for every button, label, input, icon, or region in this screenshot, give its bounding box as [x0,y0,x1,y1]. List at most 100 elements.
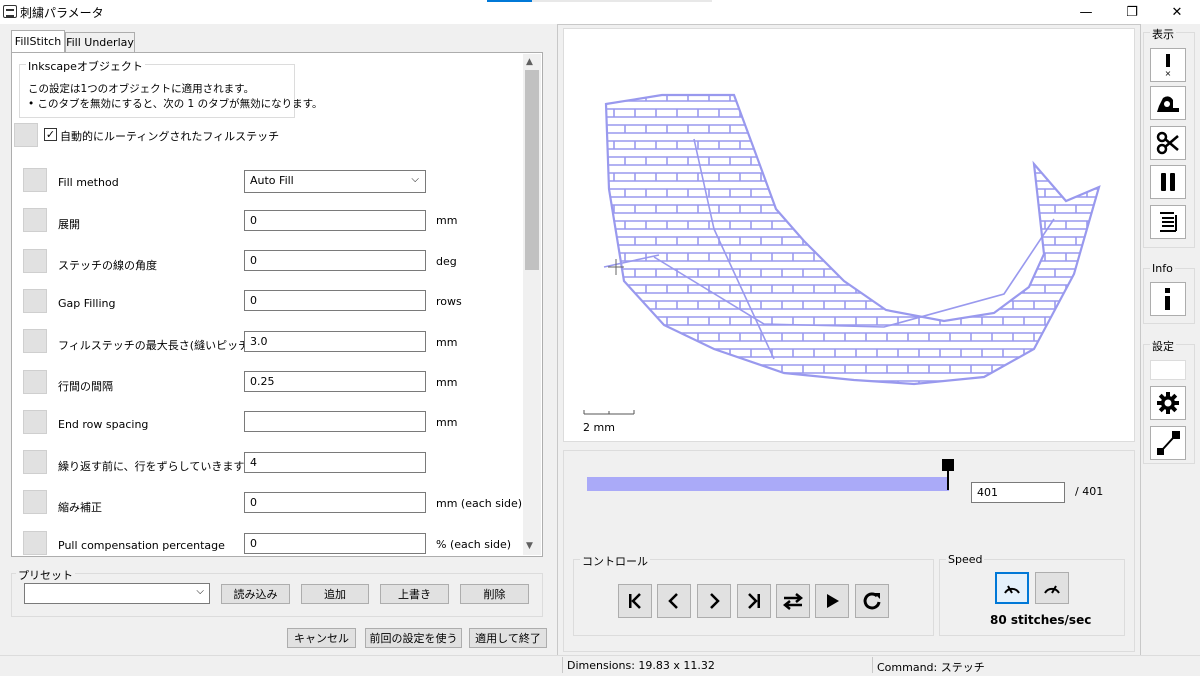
stitch-drawing [603,93,1101,386]
preset-select[interactable]: ⌵ [24,583,210,604]
info-line-2: • このタブを無効にすると、次の 1 のタブが無効になります。 [28,98,323,110]
last-stitch-button[interactable] [737,584,771,618]
display-label: 表示 [1150,26,1176,42]
preset-load-button[interactable]: 読み込み [221,584,290,604]
chevron-down-icon: ⌵ [196,586,204,597]
current-stitch-input[interactable]: 401 [971,482,1065,503]
scroll-up-icon[interactable]: ▲ [526,57,533,67]
chevron-down-icon: ⌵ [411,174,419,185]
param-label-stagger: 繰り返す前に、行をずらしていきます [58,460,245,473]
param-toggle-max-length[interactable] [23,329,47,353]
color-swatch-button[interactable] [1150,360,1186,380]
param-unit-pull-comp-percent: % (each side) [436,538,512,551]
param-toggle-pull-comp-percent[interactable] [23,531,47,555]
expand-button[interactable] [1150,426,1186,460]
auto-fill-checkbox[interactable]: ✓ [44,128,57,141]
param-toggle-expand[interactable] [23,208,47,232]
speed-slower-button[interactable] [995,572,1029,604]
maximize-button[interactable]: ❐ [1109,0,1155,24]
settings-label: 設定 [1150,338,1176,354]
param-toggle-gap-filling[interactable] [23,289,47,313]
param-field-pull-comp-percent[interactable]: 0 [244,533,426,554]
param-toggle-pull-comp[interactable] [23,490,47,514]
param-unit-angle: deg [436,255,457,268]
settings-button[interactable] [1150,386,1186,420]
exclamation-icon: × [1165,54,1171,77]
status-command: Command: ステッチ [877,661,985,674]
param-label-fill-method: Fill method [58,176,119,189]
fill-method-value: Auto Fill [250,174,294,187]
param-label-gap-filling: Gap Filling [58,297,116,310]
status-divider [872,657,873,673]
play-icon [827,594,839,608]
preset-add-button[interactable]: 追加 [301,584,369,604]
info-button[interactable] [1150,282,1186,316]
param-field-pull-comp[interactable]: 0 [244,492,426,513]
param-toggle-stagger[interactable] [23,450,47,474]
app-icon [3,5,17,18]
title-bar: 刺繍パラメータ — ❐ ✕ [0,0,1200,24]
speed-faster-button[interactable] [1035,572,1069,604]
prev-stitch-button[interactable] [657,584,691,618]
chevron-right-icon [710,593,720,609]
direction-toggle-button[interactable] [776,584,810,618]
resize-diagonal-icon [1157,431,1180,455]
stitch-preview-svg [583,93,1101,415]
speed-fast-icon [1044,585,1060,594]
param-field-angle[interactable]: 0 [244,250,426,271]
first-stitch-button[interactable] [618,584,652,618]
speed-title: Speed [946,553,985,566]
param-toggle-fill-method[interactable] [23,168,47,192]
param-field-stagger[interactable]: 4 [244,452,426,473]
tab-enable-toggle[interactable] [14,123,38,147]
cancel-button[interactable]: キャンセル [287,628,356,648]
preset-delete-button[interactable]: 削除 [460,584,529,604]
taskbar-accent-gray [532,0,712,2]
window-title: 刺繍パラメータ [20,6,104,20]
chevron-left-icon [668,593,678,609]
next-stitch-button[interactable] [697,584,731,618]
param-unit-row-spacing: mm [436,376,458,389]
param-toggle-row-spacing[interactable] [23,370,47,394]
param-unit-end-row-spacing: mm [436,416,458,429]
param-field-gap-filling[interactable]: 0 [244,290,426,311]
play-button[interactable] [815,584,849,618]
info-group-title: Inkscapeオブジェクト [26,58,145,74]
stitch-rows [606,95,1099,384]
show-trims-button[interactable] [1150,86,1186,120]
stack-lines-icon [1160,212,1177,232]
show-jumps-button[interactable]: × [1150,48,1186,82]
restart-button[interactable] [855,584,889,618]
param-field-end-row-spacing[interactable] [244,411,426,432]
info-icon [1165,288,1170,310]
stitch-progress-bar [587,477,949,491]
preview-canvas[interactable]: 2 mm [563,28,1135,442]
param-label-row-spacing: 行間の間隔 [58,380,113,393]
param-toggle-end-row-spacing[interactable] [23,410,47,434]
scroll-down-icon[interactable]: ▼ [526,541,533,551]
tab-fill-underlay[interactable]: Fill Underlay [65,32,135,52]
sewing-machine-icon [1157,96,1179,112]
param-unit-expand: mm [436,214,458,227]
minimize-button[interactable]: — [1063,0,1109,24]
show-scissors-button[interactable] [1150,126,1186,160]
show-stops-button[interactable] [1150,165,1186,199]
preset-title: プリセット [16,567,75,583]
param-field-max-length[interactable]: 3.0 [244,331,426,352]
scale-label: 2 mm [583,421,615,434]
stitch-slider-handle[interactable] [942,459,954,471]
preset-overwrite-button[interactable]: 上書き [380,584,449,604]
param-field-expand[interactable]: 0 [244,210,426,231]
auto-fill-checkbox-label: 自動的にルーティングされたフィルステッチ [60,130,280,143]
param-toggle-angle[interactable] [23,249,47,273]
fill-method-select[interactable]: Auto Fill ⌵ [244,170,426,193]
param-label-pull-comp: 縮み補正 [58,501,102,514]
taskbar-accent [487,0,532,2]
use-last-settings-button[interactable]: 前回の設定を使う [365,628,462,648]
tab-fillstitch[interactable]: FillStitch [11,30,65,52]
close-button[interactable]: ✕ [1154,0,1200,24]
param-field-row-spacing[interactable]: 0.25 [244,371,426,392]
show-color-changes-button[interactable] [1150,205,1186,239]
scrollbar-thumb[interactable] [525,70,539,270]
apply-and-quit-button[interactable]: 適用して終了 [469,628,547,648]
